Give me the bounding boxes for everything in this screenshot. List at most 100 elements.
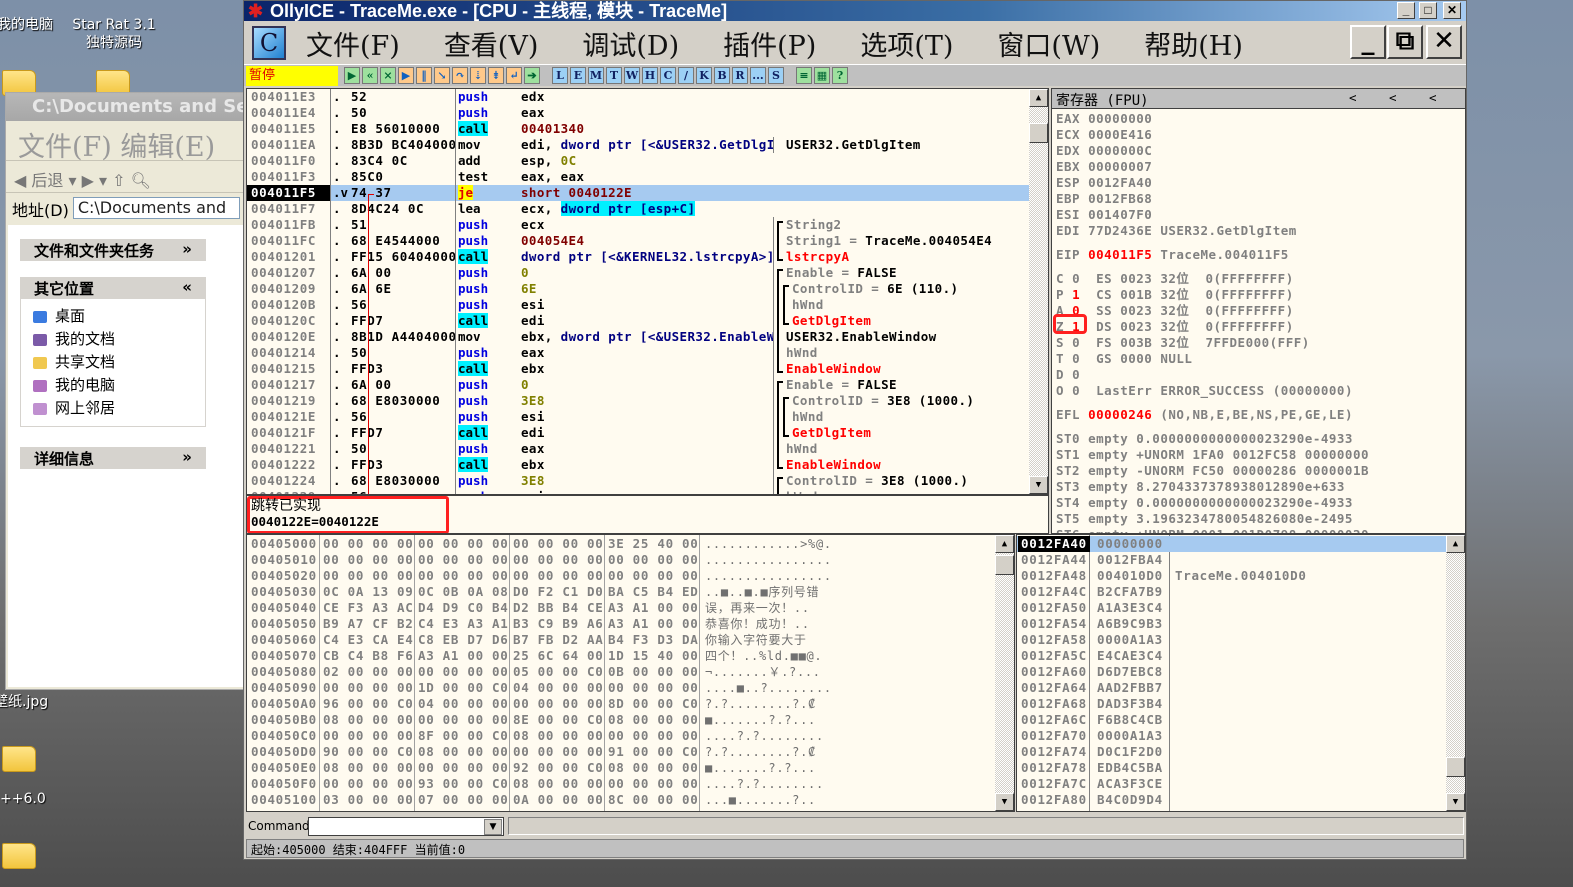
disasm-row[interactable]: 004011EA. 8B3D BC404000 mov edi, dword ptr … [247,137,1029,153]
place-link[interactable]: 我的文档 [33,328,193,351]
title-bar[interactable]: ✱ OllyICE - TraceMe.exe - [CPU - 主线程, 模块… [244,1,1466,21]
desktop-icon-wallpaper-label[interactable]: 壁纸.jpg [0,693,54,711]
open-icon[interactable]: ▶ [344,67,360,84]
disasm-row[interactable]: 004011E3. 52 push edx [247,89,1029,105]
disasm-row[interactable]: 0040121E. 56 push esi hWnd [247,409,1029,425]
disasm-row[interactable]: 004011FC. 68 E4544000 push 004054E4 String1 … [247,233,1029,249]
register-line[interactable]: ST4 empty 0.0000000000000023290e-4933 [1056,495,1353,511]
register-line[interactable]: P 1 CS 001B 32位 0(FFFFFFFF) [1056,287,1294,303]
minimize-button[interactable]: _ [1397,2,1415,19]
scroll-up-button[interactable]: ▲ [995,535,1014,553]
register-line[interactable]: EIP 004011F5 TraceMe.004011F5 [1056,247,1289,263]
window-button-k[interactable]: K [696,67,712,84]
panel-title[interactable]: 文件和文件夹任务 [34,240,154,260]
prev-view-arrow[interactable]: < [1349,90,1357,105]
desktop-icon-star-rat-label[interactable]: Star Rat 3.1 独特源码 [62,16,166,52]
stack-row[interactable]: 0012FA50 A1A3E3C4 [1017,600,1447,616]
explorer-window[interactable]: C:\Documents and Settings 文件(F) 编辑(E) ◀ … [5,92,247,690]
register-line[interactable]: O 0 LastErr ERROR_SUCCESS (00000000) [1056,383,1353,399]
window-button-h[interactable]: H [642,67,658,84]
disasm-row[interactable]: 00401222. FFD3 call ebx EnableWindow [247,457,1029,473]
window-button-dots[interactable]: ... [750,67,766,84]
scroll-thumb[interactable] [1029,123,1048,143]
panel-file-tasks[interactable]: 文件和文件夹任务 » [20,239,206,261]
register-line[interactable]: EDI 77D2436E USER32.GetDlgItem [1056,223,1297,239]
register-line[interactable]: C 0 ES 0023 32位 0(FFFFFFFF) [1056,271,1294,287]
stack-row[interactable]: 0012FA80 B4C0D9D4 [1017,792,1447,808]
address-input[interactable]: C:\Documents and [72,197,240,219]
place-label[interactable]: 我的电脑 [55,376,115,394]
memory-dump-pane[interactable]: 00405000 00 00 00 00 00 00 00 00 00 00 00 0… [246,534,1015,812]
register-line[interactable]: EBP 0012FB68 [1056,191,1152,207]
register-line[interactable]: EDX 0000000C [1056,143,1152,159]
scroll-down-button[interactable]: ▼ [995,793,1014,811]
disasm-row[interactable]: 004011E4. 50 push eax [247,105,1029,121]
command-dropdown-button[interactable]: ▼ [484,819,502,835]
up-folder-icon[interactable]: ⇧ [112,171,125,190]
mdi-minimize-button[interactable]: _ [1350,25,1386,59]
scroll-up-button[interactable]: ▲ [1446,535,1465,553]
trace-into-icon[interactable]: ⇣ [470,67,486,84]
info-pane[interactable]: 跳转已实现 0040122E=0040122E [246,495,1049,534]
trace-over-icon[interactable]: ⇟ [488,67,504,84]
cpu-window-icon[interactable]: C [252,26,286,60]
desktop-icon-my-computer-label[interactable]: 我的电脑 [0,16,60,34]
place-link[interactable]: 共享文档 [33,351,193,374]
register-line[interactable]: ST0 empty 0.0000000000000023290e-4933 [1056,431,1353,447]
disasm-row[interactable]: 0040120B. 56 push esi hWnd [247,297,1029,313]
step-over-icon[interactable]: ↷ [452,67,468,84]
disasm-row[interactable]: 00401207. 6A 00 push 0 Enable = FALSE [247,265,1029,281]
disasm-row[interactable]: 00401224. 68 E8030000 push 3E8 ControlID = 3… [247,473,1029,489]
window-button-c[interactable]: C [660,67,676,84]
stack-row[interactable]: 0012FA64 AAD2FBB7 [1017,680,1447,696]
place-label[interactable]: 网上邻居 [55,399,115,417]
stack-row[interactable]: 0012FA70 0000A1A3 [1017,728,1447,744]
stack-row[interactable]: 0012FA40 00000000 [1017,536,1447,552]
register-line[interactable]: ST6 empty +UNORM 0001 001D0798 00000020 [1056,527,1369,533]
stack-scrollbar[interactable]: ▲ ▼ [1446,535,1465,811]
run-icon[interactable]: ▶ [398,67,414,84]
stack-row[interactable]: 0012FA74 D0C1F2D0 [1017,744,1447,760]
stack-row[interactable]: 0012FA7C ACA3F3CE [1017,776,1447,792]
register-line[interactable]: Z 1 DS 0023 32位 0(FFFFFFFF) [1056,319,1294,335]
scroll-down-button[interactable]: ▼ [1446,793,1465,811]
stack-row[interactable]: 0012FA78 EDB4C5BA [1017,760,1447,776]
close-button[interactable]: ✕ [1443,2,1461,19]
register-line[interactable]: EFL 00000246 (NO,NB,E,BE,NS,PE,GE,LE) [1056,407,1353,423]
registers-header[interactable]: 寄存器 (FPU) < < < [1052,89,1465,109]
window-button-t[interactable]: T [606,67,622,84]
menu-f[interactable]: 文件(F) [306,24,400,63]
menu-w[interactable]: 窗口(W) [997,24,1100,63]
place-link[interactable]: 网上邻居 [33,397,193,420]
disasm-row[interactable]: 00401217. 6A 00 push 0 Enable = FALSE [247,377,1029,393]
disassembly-pane[interactable]: 004011E3. 52 push edx 004011E4. 50 push eax 0040… [246,88,1049,495]
menu-v[interactable]: 查看(V) [444,24,539,63]
panel-details[interactable]: 详细信息 » [20,447,206,469]
register-line[interactable]: T 0 GS 0000 NULL [1056,351,1192,367]
disasm-row[interactable]: 00401215. FFD3 call ebx EnableWindow [247,361,1029,377]
register-line[interactable]: EAX 00000000 [1056,111,1152,127]
disasm-row[interactable]: 00401219. 68 E8030000 push 3E8 ControlID = 3… [247,393,1029,409]
pause-icon[interactable]: ‖ [416,67,432,84]
prev-view-arrow[interactable]: < [1429,90,1437,105]
folder-icon[interactable] [2,746,36,772]
register-line[interactable]: ESP 0012FA40 [1056,175,1152,191]
command-input[interactable] [308,817,504,836]
panel-title[interactable]: 其它位置 [34,278,94,298]
window-button-b[interactable]: B [714,67,730,84]
register-line[interactable]: ESI 001407F0 [1056,207,1152,223]
list-icon[interactable]: ≡ [796,67,812,84]
window-button-m[interactable]: M [588,67,604,84]
collapse-icon[interactable]: « [182,278,192,298]
disasm-row[interactable]: 00401221. 50 push eax hWnd [247,441,1029,457]
explorer-title[interactable]: C:\Documents and Settings [6,93,246,121]
scroll-thumb[interactable] [1446,757,1465,777]
window-button-s[interactable]: S [768,67,784,84]
stack-row[interactable]: 0012FA5C E4CAE3C4 [1017,648,1447,664]
close-icon[interactable]: × [380,67,396,84]
register-line[interactable]: ST5 empty 3.1963234780054826080e-2495 [1056,511,1353,527]
stack-pane[interactable]: 0012FA40 00000000 0012FA44 0012FBA4 0012FA48… [1016,534,1466,812]
disasm-row[interactable]: 004011E5. E8 56010000 call 00401340 [247,121,1029,137]
disassembly-scrollbar[interactable]: ▲ ▼ [1029,89,1048,494]
disasm-row[interactable]: 004011F3. 85C0 test eax, eax [247,169,1029,185]
